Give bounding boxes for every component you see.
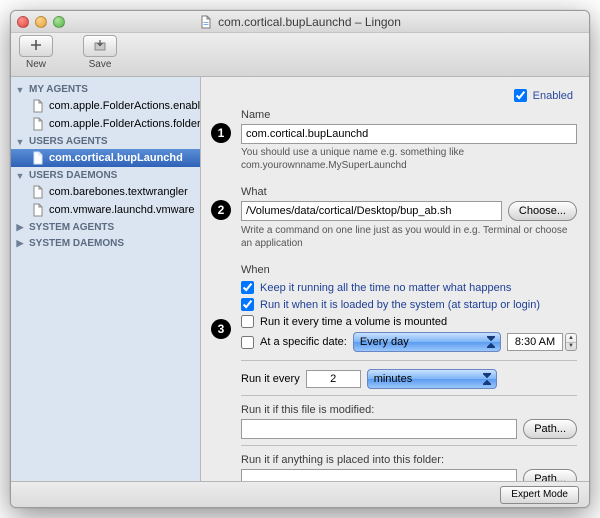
sidebar-group-system-daemons[interactable]: ▶SYSTEM DAEMONS: [11, 235, 200, 251]
sidebar-item-selected[interactable]: com.cortical.bupLaunchd: [11, 149, 200, 167]
run-loaded-label: Run it when it is loaded by the system (…: [260, 299, 540, 311]
sidebar-item[interactable]: com.vmware.launchd.vmware: [11, 201, 200, 219]
close-icon[interactable]: [17, 16, 29, 28]
disclosure-triangle-icon: ▶: [15, 238, 25, 249]
sidebar-item[interactable]: com.apple.FolderActions.folders: [11, 115, 200, 133]
run-every-input[interactable]: [306, 370, 361, 388]
save-button-label: Save: [89, 59, 112, 70]
what-input[interactable]: [241, 201, 502, 221]
divider: [241, 360, 577, 361]
detail-pane: Enabled 1 Name You should use a unique n…: [201, 77, 589, 481]
document-icon: [199, 15, 213, 29]
run-every-label: Run it every: [241, 373, 300, 385]
sidebar-group-users-agents[interactable]: ▼USERS AGENTS: [11, 133, 200, 149]
folder-label: Run it if anything is placed into this f…: [241, 454, 577, 466]
at-date-time-input[interactable]: [507, 333, 563, 351]
at-date-checkbox[interactable]: [241, 336, 254, 349]
file-mod-input[interactable]: [241, 419, 517, 439]
run-loaded-checkbox[interactable]: [241, 298, 254, 311]
chevron-up-icon: ▲: [566, 334, 576, 343]
enabled-label: Enabled: [533, 90, 573, 102]
new-button[interactable]: [19, 35, 53, 57]
toolbar: New Save: [11, 33, 589, 77]
plus-icon: [30, 38, 42, 54]
section-label-what: What: [241, 186, 577, 198]
titlebar: com.cortical.bupLaunchd – Lingon: [11, 11, 589, 33]
what-hint: Write a command on one line just as you …: [241, 225, 577, 250]
at-date-select[interactable]: Every day: [353, 332, 501, 352]
new-button-label: New: [26, 59, 46, 70]
run-every-unit-select[interactable]: minutes: [367, 369, 497, 389]
disclosure-triangle-icon: ▼: [15, 171, 25, 181]
document-icon: [31, 99, 45, 113]
divider: [241, 445, 577, 446]
time-stepper[interactable]: ▲▼: [565, 333, 577, 351]
document-icon: [31, 203, 45, 217]
window-title-text: com.cortical.bupLaunchd – Lingon: [218, 15, 401, 29]
enabled-checkbox[interactable]: [514, 89, 527, 102]
file-mod-label: Run it if this file is modified:: [241, 404, 577, 416]
document-icon: [31, 117, 45, 131]
traffic-lights: [17, 16, 65, 28]
name-input[interactable]: [241, 124, 577, 144]
chevron-down-icon: ▼: [566, 343, 576, 351]
sidebar-item[interactable]: com.barebones.textwrangler: [11, 183, 200, 201]
document-icon: [31, 151, 45, 165]
sidebar-group-system-agents[interactable]: ▶SYSTEM AGENTS: [11, 219, 200, 235]
sidebar-group-my-agents[interactable]: ▼MY AGENTS: [11, 81, 200, 97]
minimize-icon[interactable]: [35, 16, 47, 28]
save-icon: [93, 38, 107, 54]
sidebar[interactable]: ▼MY AGENTS com.apple.FolderActions.enabl…: [11, 77, 201, 481]
run-volume-checkbox[interactable]: [241, 315, 254, 328]
folder-path-button[interactable]: Path...: [523, 469, 577, 481]
run-volume-label: Run it every time a volume is mounted: [260, 316, 447, 328]
app-window: com.cortical.bupLaunchd – Lingon New Sav…: [10, 10, 590, 508]
body: ▼MY AGENTS com.apple.FolderActions.enabl…: [11, 77, 589, 481]
step-badge-3: 3: [211, 319, 231, 339]
zoom-icon[interactable]: [53, 16, 65, 28]
disclosure-triangle-icon: ▼: [15, 85, 25, 95]
document-icon: [31, 185, 45, 199]
sidebar-item[interactable]: com.apple.FolderActions.enabled: [11, 97, 200, 115]
name-hint: You should use a unique name e.g. someth…: [241, 147, 577, 172]
keep-running-checkbox[interactable]: [241, 281, 254, 294]
step-badge-1: 1: [211, 123, 231, 143]
at-date-label: At a specific date:: [260, 336, 347, 348]
step-badge-2: 2: [211, 200, 231, 220]
footer: Expert Mode: [11, 481, 589, 507]
disclosure-triangle-icon: ▼: [15, 137, 25, 147]
divider: [241, 395, 577, 396]
section-label-name: Name: [241, 109, 577, 121]
section-label-when: When: [241, 264, 577, 276]
expert-mode-button[interactable]: Expert Mode: [500, 486, 579, 504]
keep-running-label: Keep it running all the time no matter w…: [260, 282, 511, 294]
folder-input[interactable]: [241, 469, 517, 481]
save-button[interactable]: [83, 35, 117, 57]
sidebar-group-users-daemons[interactable]: ▼USERS DAEMONS: [11, 167, 200, 183]
choose-button[interactable]: Choose...: [508, 201, 577, 221]
disclosure-triangle-icon: ▶: [15, 222, 25, 233]
file-mod-path-button[interactable]: Path...: [523, 419, 577, 439]
window-title: com.cortical.bupLaunchd – Lingon: [11, 15, 589, 29]
